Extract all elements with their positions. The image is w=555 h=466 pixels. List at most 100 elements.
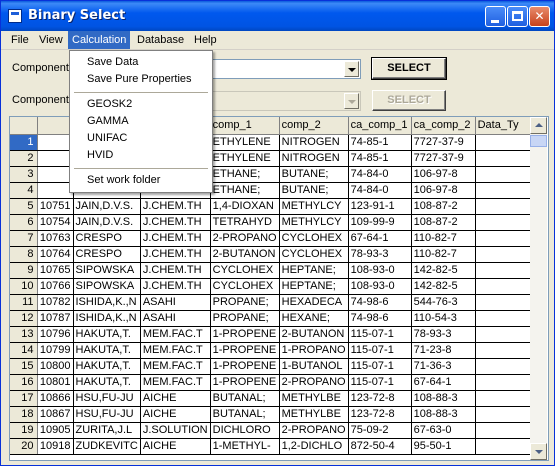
table-cell[interactable] (475, 182, 536, 199)
row-header[interactable]: 7 (10, 230, 38, 247)
table-cell[interactable]: JAIN,D.V.S. (73, 198, 141, 215)
table-cell[interactable] (475, 422, 536, 439)
table-cell[interactable]: BUTANAL; (210, 390, 280, 407)
table-cell[interactable]: 10751 (37, 198, 74, 215)
table-cell[interactable]: BUTANE; (279, 182, 349, 199)
table-row[interactable]: 15 10800 HAKUTA,T. MEM.FAC.T 1-PROPENE 1-BUTA… (10, 358, 536, 375)
table-cell[interactable]: 123-72-8 (348, 390, 412, 407)
table-cell[interactable] (475, 326, 536, 343)
scroll-thumb[interactable] (530, 135, 547, 147)
table-cell[interactable] (37, 150, 74, 167)
table-cell[interactable]: 10801 (37, 374, 74, 391)
table-cell[interactable]: ETHANE; (210, 166, 280, 183)
table-cell[interactable]: DICHLORO (210, 422, 280, 439)
table-cell[interactable]: 1-PROPENE (210, 374, 280, 391)
table-cell[interactable]: 67-63-0 (411, 422, 476, 439)
chevron-down-icon[interactable] (344, 93, 359, 109)
menu-item-set-work-folder[interactable]: Set work folder (71, 172, 211, 189)
table-cell[interactable]: 10763 (37, 230, 74, 247)
row-header[interactable]: 1 (10, 134, 38, 151)
row-header[interactable]: 14 (10, 342, 38, 359)
table-cell[interactable]: METHYLCY (279, 198, 349, 215)
table-cell[interactable]: NITROGEN (279, 134, 349, 151)
title-bar[interactable]: Binary Select ✕ (1, 1, 554, 31)
row-header[interactable]: 20 (10, 438, 38, 455)
minimize-button[interactable] (485, 6, 506, 27)
table-cell[interactable]: 2-BUTANON (279, 326, 349, 343)
table-cell[interactable]: HAKUTA,T. (73, 358, 141, 375)
table-cell[interactable]: 75-09-2 (348, 422, 412, 439)
table-cell[interactable]: METHYLCY (279, 214, 349, 231)
table-row[interactable]: 11 10782 ISHIDA,K.,N ASAHI PROPANE; HEXADECA 7… (10, 294, 536, 311)
table-cell[interactable] (475, 198, 536, 215)
table-cell[interactable]: J.CHEM.TH (140, 230, 211, 247)
table-cell[interactable]: HSU,FU-JU (73, 406, 141, 423)
table-cell[interactable]: 108-87-2 (411, 214, 476, 231)
row-header[interactable]: 8 (10, 246, 38, 263)
row-header[interactable]: 18 (10, 406, 38, 423)
table-cell[interactable]: METHYLBE (279, 406, 349, 423)
table-cell[interactable]: 10764 (37, 246, 74, 263)
table-cell[interactable]: MEM.FAC.T (140, 374, 211, 391)
table-cell[interactable] (37, 182, 74, 199)
table-row[interactable]: 19 10905 ZURITA,J.L J.SOLUTION DICHLORO 2-PRO… (10, 422, 536, 439)
table-row[interactable]: 10 10766 SIPOWSKA J.CHEM.TH CYCLOHEX HEPTANE;… (10, 278, 536, 295)
table-cell[interactable]: CYCLOHEX (279, 246, 349, 263)
table-row[interactable]: 12 10787 ISHIDA,K.,N ASAHI PROPANE; HEXANE; 74… (10, 310, 536, 327)
table-cell[interactable]: J.SOLUTION (140, 422, 211, 439)
table-cell[interactable]: 10918 (37, 438, 74, 455)
table-cell[interactable]: 10787 (37, 310, 74, 327)
table-cell[interactable]: 108-87-2 (411, 198, 476, 215)
table-cell[interactable]: AICHE (140, 406, 211, 423)
table-cell[interactable]: TETRAHYD (210, 214, 280, 231)
component2-combo[interactable] (202, 91, 361, 111)
table-cell[interactable]: 78-93-3 (411, 326, 476, 343)
table-cell[interactable]: J.CHEM.TH (140, 198, 211, 215)
scroll-up-icon[interactable] (530, 117, 547, 134)
table-cell[interactable]: 74-85-1 (348, 134, 412, 151)
table-cell[interactable]: 109-99-9 (348, 214, 412, 231)
table-cell[interactable]: ISHIDA,K.,N (73, 294, 141, 311)
table-cell[interactable]: 106-97-8 (411, 166, 476, 183)
menu-calculation[interactable]: Calculation (68, 31, 131, 49)
table-cell[interactable]: 872-50-4 (348, 438, 412, 455)
table-cell[interactable]: CYCLOHEX (210, 262, 280, 279)
menu-item-geosk2[interactable]: GEOSK2 (71, 96, 211, 113)
table-cell[interactable]: 108-93-0 (348, 278, 412, 295)
table-cell[interactable]: 10782 (37, 294, 74, 311)
column-header[interactable] (37, 117, 74, 135)
row-header[interactable]: 11 (10, 294, 38, 311)
table-cell[interactable] (475, 374, 536, 391)
table-cell[interactable] (475, 406, 536, 423)
table-cell[interactable]: 10867 (37, 406, 74, 423)
table-cell[interactable]: CRESPO (73, 246, 141, 263)
table-cell[interactable]: 10796 (37, 326, 74, 343)
table-cell[interactable]: 67-64-1 (348, 230, 412, 247)
table-cell[interactable]: HSU,FU-JU (73, 390, 141, 407)
table-cell[interactable]: AICHE (140, 390, 211, 407)
table-cell[interactable]: 123-91-1 (348, 198, 412, 215)
table-cell[interactable]: 110-82-7 (411, 230, 476, 247)
table-cell[interactable]: HEXADECA (279, 294, 349, 311)
table-cell[interactable] (475, 294, 536, 311)
table-cell[interactable]: 544-76-3 (411, 294, 476, 311)
table-cell[interactable] (475, 166, 536, 183)
table-cell[interactable]: HEXANE; (279, 310, 349, 327)
table-cell[interactable]: 142-82-5 (411, 278, 476, 295)
row-header[interactable]: 9 (10, 262, 38, 279)
table-cell[interactable]: MEM.FAC.T (140, 342, 211, 359)
table-cell[interactable] (475, 246, 536, 263)
table-cell[interactable]: 10754 (37, 214, 74, 231)
table-cell[interactable] (475, 390, 536, 407)
table-cell[interactable] (475, 150, 536, 167)
table-cell[interactable]: HAKUTA,T. (73, 326, 141, 343)
table-cell[interactable]: HEPTANE; (279, 262, 349, 279)
menu-item-unifac[interactable]: UNIFAC (71, 130, 211, 147)
table-cell[interactable] (37, 166, 74, 183)
table-cell[interactable] (475, 262, 536, 279)
table-cell[interactable]: HEPTANE; (279, 278, 349, 295)
table-cell[interactable]: HAKUTA,T. (73, 342, 141, 359)
select2-button[interactable]: SELECT (372, 90, 446, 111)
table-cell[interactable]: 10866 (37, 390, 74, 407)
table-cell[interactable] (37, 134, 74, 151)
